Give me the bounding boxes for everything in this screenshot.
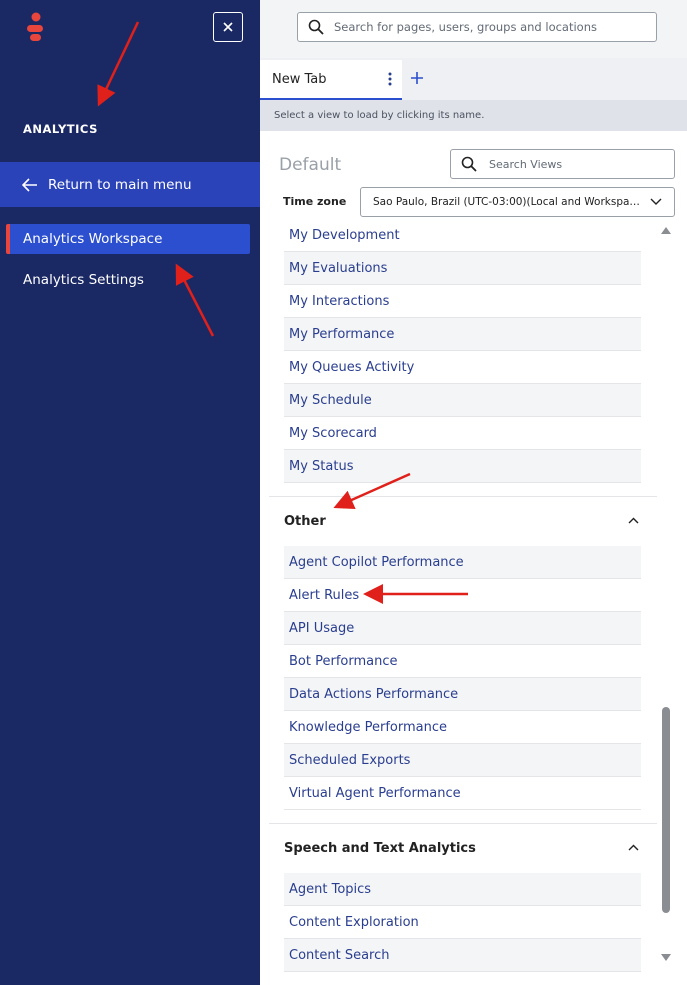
sidebar-item-label: Analytics Settings xyxy=(23,272,144,288)
sidebar: ANALYTICS Return to main menu Analytics … xyxy=(0,0,260,985)
list-item[interactable]: Agent Topics xyxy=(284,873,641,906)
views-list: My Development My Evaluations My Interac… xyxy=(260,219,657,985)
top-bar: Search for pages, users, groups and loca… xyxy=(260,0,687,58)
scroll-down-icon[interactable] xyxy=(660,953,672,963)
scrollbar-thumb[interactable] xyxy=(662,707,670,913)
view-link[interactable]: Agent Topics xyxy=(289,882,371,897)
chevron-up-icon[interactable] xyxy=(628,517,639,524)
list-item[interactable]: Knowledge Performance xyxy=(284,711,641,744)
search-icon xyxy=(308,19,324,35)
section-title: ANALYTICS xyxy=(23,122,98,136)
group-title: Other xyxy=(284,514,326,529)
close-button[interactable] xyxy=(213,12,243,42)
view-link[interactable]: My Development xyxy=(289,228,400,243)
list-item[interactable]: My Development xyxy=(284,219,641,252)
list-item[interactable]: My Queues Activity xyxy=(284,351,641,384)
sidebar-item-label: Analytics Workspace xyxy=(23,231,163,247)
add-tab-button[interactable] xyxy=(410,68,424,88)
view-link[interactable]: My Scorecard xyxy=(289,426,377,441)
view-link[interactable]: Data Actions Performance xyxy=(289,687,458,702)
timezone-value: Sao Paulo, Brazil (UTC-03:00)(Local and … xyxy=(373,196,641,208)
list-item[interactable]: Agent Copilot Performance xyxy=(284,546,641,579)
list-item[interactable]: My Interactions xyxy=(284,285,641,318)
list-item[interactable]: Content Search xyxy=(284,939,641,972)
view-link[interactable]: Content Exploration xyxy=(289,915,419,930)
view-link[interactable]: Knowledge Performance xyxy=(289,720,447,735)
sidebar-item-analytics-workspace[interactable]: Analytics Workspace xyxy=(6,224,250,254)
timezone-select[interactable]: Sao Paulo, Brazil (UTC-03:00)(Local and … xyxy=(360,187,675,217)
search-views-placeholder: Search Views xyxy=(489,157,563,171)
scrollbar[interactable] xyxy=(660,225,674,970)
tab-label: New Tab xyxy=(272,71,327,87)
view-link[interactable]: Scheduled Exports xyxy=(289,753,410,768)
view-link[interactable]: My Schedule xyxy=(289,393,372,408)
group-title: Speech and Text Analytics xyxy=(284,841,476,856)
chevron-up-icon[interactable] xyxy=(628,844,639,851)
genesys-logo-icon[interactable] xyxy=(26,12,44,42)
search-placeholder: Search for pages, users, groups and loca… xyxy=(334,20,598,34)
group-header-other[interactable]: Other xyxy=(269,496,657,546)
kebab-menu-icon[interactable] xyxy=(388,72,392,86)
global-search-input[interactable]: Search for pages, users, groups and loca… xyxy=(297,12,657,42)
timezone-label: Time zone xyxy=(283,195,347,208)
list-item[interactable]: Bot Performance xyxy=(284,645,641,678)
list-item[interactable]: My Evaluations xyxy=(284,252,641,285)
tab-new-tab[interactable]: New Tab xyxy=(260,60,402,100)
view-link[interactable]: Virtual Agent Performance xyxy=(289,786,461,801)
hint-text: Select a view to load by clicking its na… xyxy=(274,110,485,121)
chevron-down-icon xyxy=(650,198,662,205)
list-item[interactable]: Virtual Agent Performance xyxy=(284,777,641,810)
view-link[interactable]: My Evaluations xyxy=(289,261,387,276)
return-to-main-menu-button[interactable]: Return to main menu xyxy=(0,162,260,207)
hint-bar: Select a view to load by clicking its na… xyxy=(260,100,687,131)
main-panel: Search for pages, users, groups and loca… xyxy=(260,0,687,985)
close-icon xyxy=(223,22,233,32)
view-link[interactable]: My Interactions xyxy=(289,294,389,309)
view-link[interactable]: Agent Copilot Performance xyxy=(289,555,464,570)
views-title: Default xyxy=(279,155,342,175)
arrow-left-icon xyxy=(22,177,37,192)
list-item[interactable]: API Usage xyxy=(284,612,641,645)
list-item[interactable]: My Performance xyxy=(284,318,641,351)
view-link[interactable]: Content Search xyxy=(289,948,390,963)
view-link[interactable]: My Status xyxy=(289,459,353,474)
list-item[interactable]: My Scorecard xyxy=(284,417,641,450)
view-link[interactable]: My Performance xyxy=(289,327,394,342)
tab-bar: New Tab xyxy=(260,58,687,100)
view-link[interactable]: API Usage xyxy=(289,621,354,636)
list-item[interactable]: Alert Rules xyxy=(284,579,641,612)
search-icon xyxy=(461,156,477,172)
view-link[interactable]: Alert Rules xyxy=(289,588,359,603)
list-item[interactable]: Scheduled Exports xyxy=(284,744,641,777)
search-views-input[interactable]: Search Views xyxy=(450,149,675,179)
group-header-speech-and-text-analytics[interactable]: Speech and Text Analytics xyxy=(269,823,657,873)
list-item[interactable]: My Schedule xyxy=(284,384,641,417)
list-item[interactable]: My Status xyxy=(284,450,641,483)
list-item[interactable]: Content Exploration xyxy=(284,906,641,939)
view-link[interactable]: My Queues Activity xyxy=(289,360,414,375)
scroll-up-icon[interactable] xyxy=(660,225,672,235)
return-label: Return to main menu xyxy=(48,176,192,193)
plus-icon xyxy=(411,72,423,84)
list-item[interactable]: Data Actions Performance xyxy=(284,678,641,711)
view-link[interactable]: Bot Performance xyxy=(289,654,397,669)
sidebar-item-analytics-settings[interactable]: Analytics Settings xyxy=(6,265,250,295)
